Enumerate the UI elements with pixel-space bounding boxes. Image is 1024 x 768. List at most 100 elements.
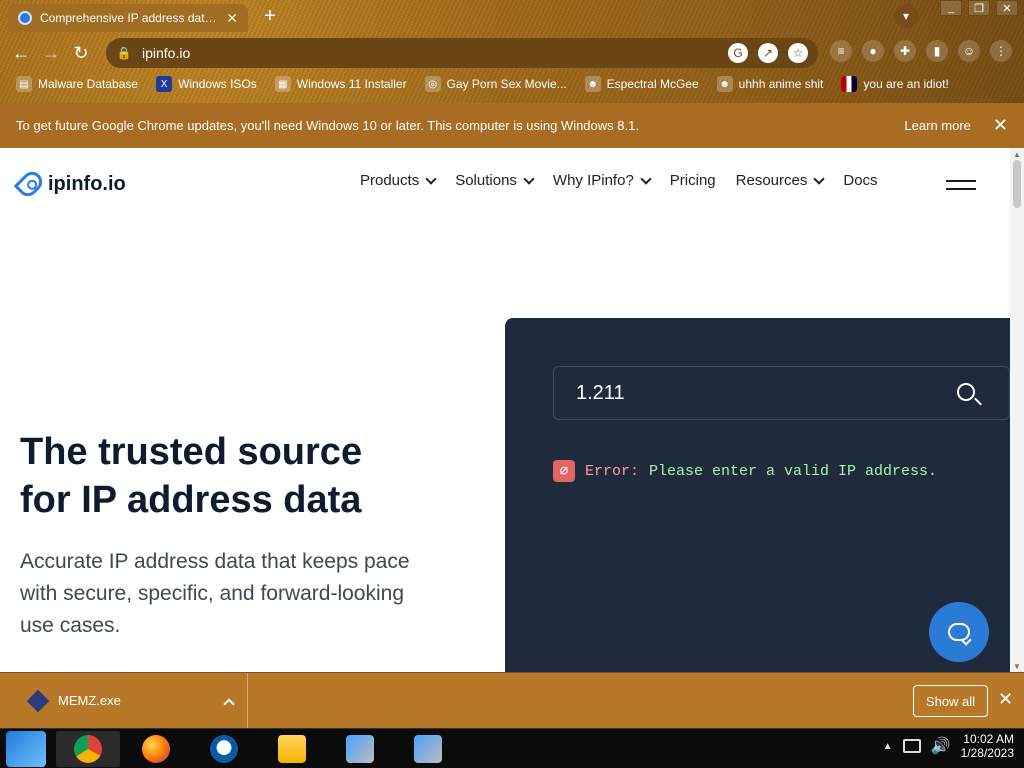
show-all-button[interactable]: Show all (913, 685, 988, 717)
hero-section: The trusted source for IP address data A… (20, 428, 440, 642)
bookmark-label: Espectral McGee (606, 77, 699, 91)
extension-flag-icon[interactable]: ≡ (830, 40, 852, 62)
chevron-down-icon (813, 172, 826, 185)
extension-avatar-icon[interactable]: ● (862, 40, 884, 62)
bookmark-item[interactable]: ◎ Gay Porn Sex Movie... (424, 76, 567, 92)
share-icon[interactable]: ↗ (758, 43, 778, 63)
scroll-up-icon[interactable]: ▲ (1013, 150, 1021, 159)
nav-pricing[interactable]: Pricing (670, 172, 716, 189)
nav-docs[interactable]: Docs (843, 172, 877, 189)
profile-icon[interactable]: ☺ (958, 40, 980, 62)
bookmark-label: uhhh anime shit (738, 77, 824, 91)
nav-label: Products (360, 172, 420, 189)
bookmark-item[interactable]: X Windows ISOs (156, 76, 257, 92)
taskbar-app-6[interactable] (396, 731, 460, 767)
nav-products[interactable]: Products (360, 172, 437, 189)
nav-why-ipinfo[interactable]: Why IPinfo? (553, 172, 652, 189)
hero-subtitle: Accurate IP address data that keeps pace… (20, 550, 410, 637)
search-icon[interactable] (957, 383, 975, 401)
extensions-puzzle-icon[interactable]: ✚ (894, 40, 916, 62)
error-label: Error: (585, 462, 640, 480)
taskbar-app-3[interactable] (192, 731, 256, 767)
menu-dots-icon[interactable]: ⋮ (990, 40, 1012, 62)
taskbar-chrome[interactable] (56, 731, 120, 767)
chevron-down-icon (523, 172, 535, 185)
bookmark-label: Windows 11 Installer (296, 77, 407, 91)
exe-file-icon (26, 689, 50, 712)
windows-taskbar: ▲ 🔊 10:02 AM 1/28/2023 (0, 728, 1024, 768)
site-logo[interactable]: ipinfo.io (13, 167, 126, 201)
clock-date: 1/28/2023 (960, 746, 1014, 760)
page-scrollbar[interactable]: ▲ ▼ (1010, 148, 1024, 672)
hero-title: The trusted source for IP address data (20, 428, 440, 524)
nav-label: Pricing (669, 172, 716, 189)
close-window-icon[interactable]: ✕ (996, 0, 1018, 16)
reload-icon[interactable]: ↻ (66, 38, 96, 68)
browser-toolbar: ← → ↻ 🔒 ipinfo.io G ↗ ☆ ≡ ● ✚ ▮ ☺ ⋮ (0, 36, 1024, 70)
google-icon[interactable]: G (728, 43, 748, 63)
chevron-down-icon (425, 172, 437, 185)
restore-icon[interactable]: ❐ (968, 0, 990, 16)
bookmark-item[interactable]: ☻ uhhh anime shit (716, 76, 824, 92)
hero-title-line-1: The trusted source (20, 431, 363, 473)
avatar-icon: ☻ (716, 76, 733, 92)
lock-icon: 🔒 (116, 46, 132, 60)
tab-close-icon[interactable]: ✕ (226, 10, 238, 27)
minimize-icon[interactable]: _ (940, 0, 962, 16)
folder-icon (278, 735, 306, 763)
forward-icon[interactable]: → (36, 38, 66, 68)
browser-tab[interactable]: Comprehensive IP address data, I ✕ (8, 4, 248, 32)
clock[interactable]: 10:02 AM 1/28/2023 (961, 732, 1014, 760)
back-icon[interactable]: ← (6, 38, 36, 68)
system-tray: ▲ 🔊 10:02 AM 1/28/2023 (883, 732, 1014, 760)
side-panel-icon[interactable]: ▮ (926, 40, 948, 62)
chat-launcher-button[interactable] (929, 602, 989, 662)
tray-expand-icon[interactable]: ▲ (883, 741, 893, 752)
address-bar[interactable]: 🔒 ipinfo.io G ↗ ☆ (106, 38, 818, 68)
computer-icon (346, 735, 374, 763)
bookmark-item[interactable]: you are an idiot! (841, 76, 949, 92)
avatar-icon: ☻ (584, 76, 601, 92)
taskbar-firefox[interactable] (124, 731, 188, 767)
lookup-error: ⌀ Error: Please enter a valid IP address… (553, 460, 937, 482)
bookmark-label: you are an idiot! (863, 77, 949, 91)
logo-text: ipinfo.io (48, 172, 126, 195)
learn-more-link[interactable]: Learn more (904, 118, 970, 133)
toolbar-icons: ≡ ● ✚ ▮ ☺ ⋮ (830, 40, 1012, 62)
scrollbar-thumb[interactable] (1013, 160, 1021, 208)
bookmark-item[interactable]: ☻ Espectral McGee (584, 76, 699, 92)
folder-icon: ▤ (16, 76, 32, 92)
globe-icon: ◎ (424, 76, 441, 92)
chat-bubble-icon (948, 623, 970, 641)
scroll-down-icon[interactable]: ▼ (1013, 662, 1021, 671)
chevron-up-icon[interactable] (223, 697, 235, 710)
chevron-down-icon (640, 172, 652, 185)
clock-time: 10:02 AM (963, 732, 1014, 746)
nav-solutions[interactable]: Solutions (455, 172, 535, 189)
banner-close-icon[interactable]: ✕ (993, 115, 1008, 136)
window-controls: _ ❐ ✕ (940, 0, 1018, 16)
network-icon[interactable] (902, 739, 921, 753)
ip-search-input[interactable]: 1.211 (553, 366, 1010, 420)
bookmarks-bar: ▤ Malware Database X Windows ISOs ▦ Wind… (16, 74, 949, 94)
bookmark-label: Windows ISOs (178, 77, 257, 91)
circular-logo-icon (210, 735, 238, 763)
bookmark-item[interactable]: ▤ Malware Database (16, 76, 138, 92)
image-icon: ▦ (274, 76, 291, 92)
download-bar-close-icon[interactable]: ✕ (998, 689, 1013, 710)
taskbar-app-5[interactable] (328, 731, 392, 767)
new-tab-button[interactable]: + (262, 6, 278, 26)
taskbar-file-explorer[interactable] (260, 731, 324, 767)
start-button-icon[interactable] (6, 731, 46, 767)
hamburger-menu-icon[interactable] (946, 180, 976, 194)
nav-label: Solutions (455, 172, 517, 189)
download-item[interactable]: MEMZ.exe (16, 672, 248, 729)
bookmark-star-icon[interactable]: ☆ (788, 43, 808, 63)
nav-label: Resources (735, 172, 808, 189)
tab-search-icon[interactable]: ▾ (894, 4, 918, 28)
bookmark-item[interactable]: ▦ Windows 11 Installer (274, 76, 407, 92)
nav-resources[interactable]: Resources (735, 172, 826, 189)
download-bar: MEMZ.exe Show all ✕ (0, 672, 1024, 729)
volume-icon[interactable]: 🔊 (931, 736, 951, 756)
url-text: ipinfo.io (142, 45, 191, 61)
